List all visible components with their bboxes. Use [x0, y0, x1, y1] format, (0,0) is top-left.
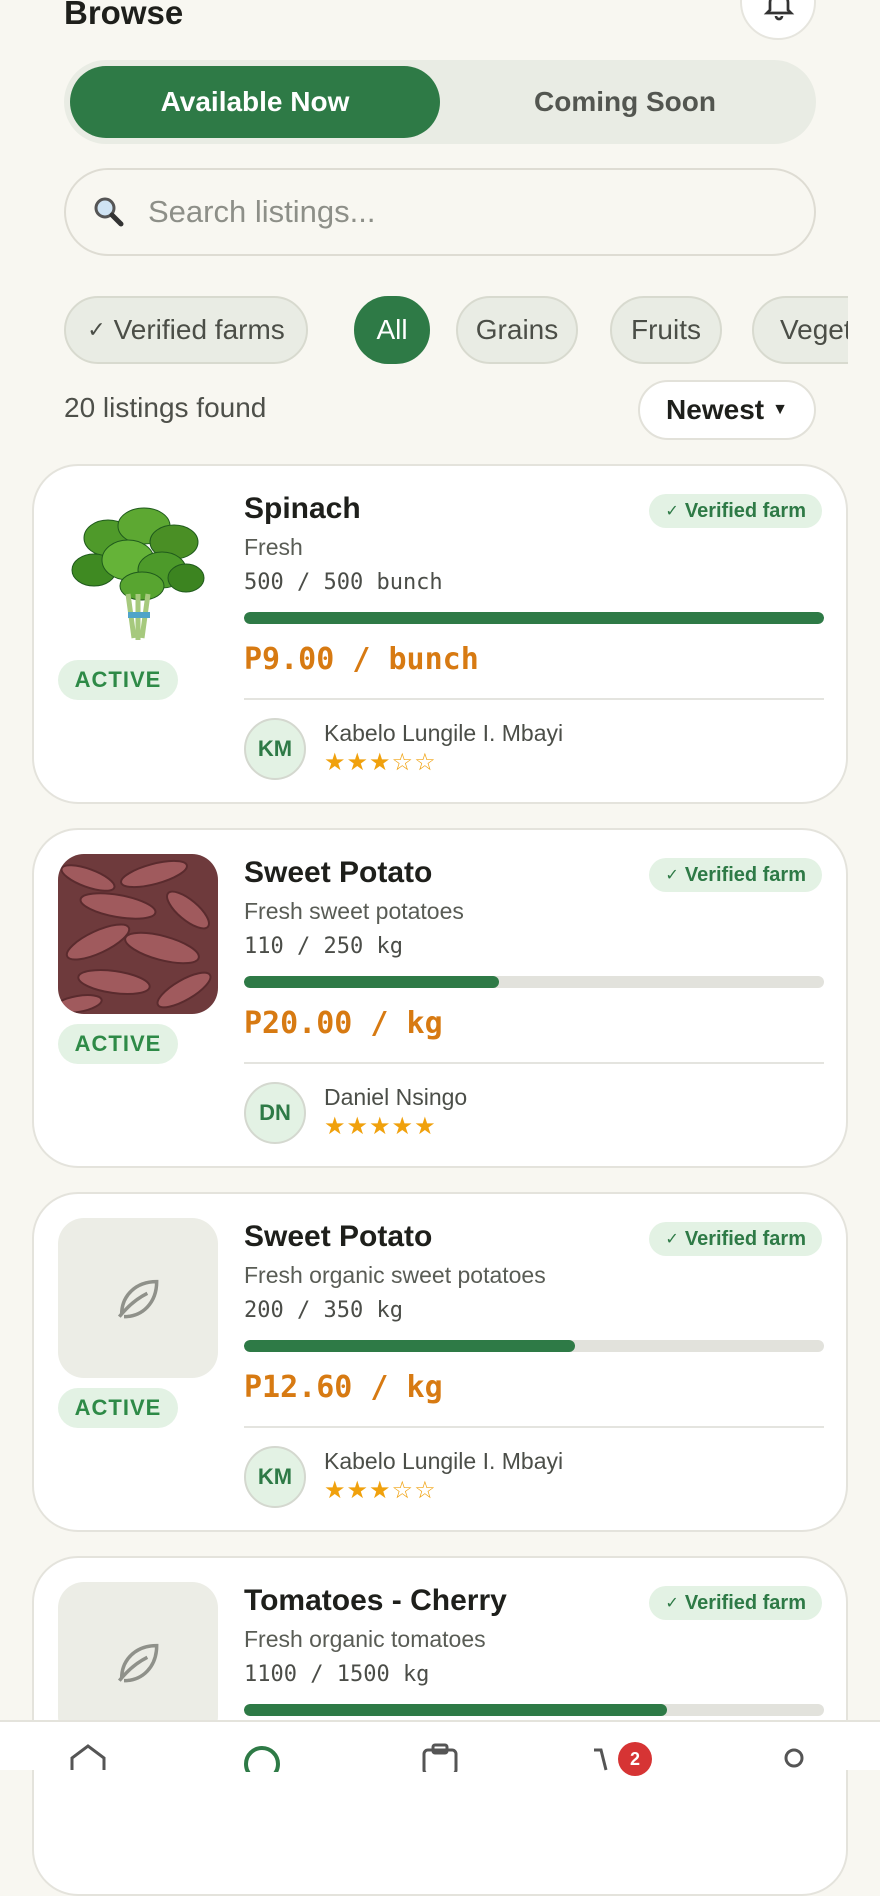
- listing-price: P9.00 / bunch: [244, 642, 479, 677]
- progress-fill: [244, 1340, 575, 1352]
- product-image-placeholder: [58, 1582, 218, 1742]
- listing-description: Fresh organic sweet potatoes: [244, 1262, 546, 1288]
- caret-down-icon: ▼: [772, 401, 788, 418]
- listing-title: Tomatoes - Cherry: [244, 1584, 507, 1617]
- listing-description: Fresh organic tomatoes: [244, 1626, 486, 1652]
- divider: [244, 1426, 824, 1428]
- verified-farm-badge: ✓ Verified farm: [649, 1222, 822, 1256]
- check-icon: ✓: [665, 867, 679, 884]
- check-icon: ✓: [87, 317, 106, 342]
- chip-all[interactable]: All: [354, 296, 430, 364]
- badge-label: Verified farm: [684, 1227, 806, 1250]
- stock-progress-bar: [244, 1704, 824, 1716]
- divider: [244, 1062, 824, 1064]
- check-icon: ✓: [665, 1231, 679, 1248]
- badge-label: Verified farm: [684, 863, 806, 886]
- verified-farm-badge: ✓ Verified farm: [649, 858, 822, 892]
- listing-title: Sweet Potato: [244, 856, 433, 889]
- cart-count-badge: 2: [618, 1742, 652, 1776]
- stock-progress-bar: [244, 1340, 824, 1352]
- farmer-name[interactable]: Kabelo Lungile I. Mbayi: [324, 1448, 563, 1475]
- progress-fill: [244, 976, 500, 988]
- leaf-icon: [117, 1279, 159, 1319]
- search-icon[interactable]: [242, 1742, 282, 1772]
- listing-quantity: 110 / 250 kg: [244, 934, 403, 959]
- tab-coming-soon[interactable]: Coming Soon: [440, 66, 810, 138]
- check-icon: ✓: [665, 1595, 679, 1612]
- results-count: 20 listings found: [64, 392, 267, 423]
- rating-stars: ★★★★★: [324, 1113, 437, 1140]
- progress-fill: [244, 1704, 668, 1716]
- page-title: Browse: [64, 0, 184, 31]
- sort-dropdown[interactable]: Newest ▼: [638, 380, 816, 440]
- rating-stars: ★★★☆☆: [324, 1477, 437, 1504]
- chip-fruits[interactable]: Fruits: [610, 296, 722, 364]
- listing-price: P12.60 / kg: [244, 1370, 443, 1405]
- verified-farm-badge: ✓ Verified farm: [649, 494, 822, 528]
- bottom-tab-bar: [0, 1720, 880, 1772]
- product-image-placeholder: [58, 1218, 218, 1378]
- listing-description: Fresh sweet potatoes: [244, 898, 464, 924]
- stock-progress-bar: [244, 976, 824, 988]
- farmer-name[interactable]: Daniel Nsingo: [324, 1084, 467, 1111]
- status-badge: ACTIVE: [58, 660, 178, 700]
- orders-icon[interactable]: [420, 1742, 460, 1772]
- divider: [244, 698, 824, 700]
- rating-stars: ★★★☆☆: [324, 749, 437, 776]
- farmer-avatar[interactable]: DN: [244, 1082, 306, 1144]
- listing-title: Sweet Potato: [244, 1220, 433, 1253]
- chip-vegetables[interactable]: Vegetables: [752, 296, 848, 364]
- chip-label: Verified farms: [113, 314, 285, 345]
- badge-label: Verified farm: [684, 499, 806, 522]
- home-icon[interactable]: [68, 1742, 108, 1772]
- progress-fill: [244, 612, 824, 624]
- notifications-button[interactable]: [740, 0, 816, 40]
- badge-label: Verified farm: [684, 1591, 806, 1614]
- status-badge: ACTIVE: [58, 1388, 178, 1428]
- listing-quantity: 1100 / 1500 kg: [244, 1662, 430, 1687]
- product-image-sweet-potato: [58, 854, 218, 1014]
- listing-quantity: 500 / 500 bunch: [244, 570, 443, 595]
- status-badge: ACTIVE: [58, 1024, 178, 1064]
- tab-available-now[interactable]: Available Now: [70, 66, 440, 138]
- listing-description: Fresh: [244, 534, 303, 560]
- availability-toggle: Available Now Coming Soon: [64, 60, 816, 144]
- search-input[interactable]: Search listings...: [64, 168, 816, 256]
- product-image-spinach: [58, 490, 218, 650]
- category-filters: ✓ Verified farms All Grains Fruits Veget…: [64, 296, 848, 366]
- farmer-name[interactable]: Kabelo Lungile I. Mbayi: [324, 720, 563, 747]
- listing-card[interactable]: ACTIVE Spinach ✓ Verified farm Fresh 500 …: [32, 464, 848, 804]
- check-icon: ✓: [665, 503, 679, 520]
- header: Browse: [64, 0, 816, 46]
- listing-title: Spinach: [244, 492, 361, 525]
- leaf-icon: [117, 1643, 159, 1683]
- chip-verified-farms[interactable]: ✓ Verified farms: [64, 296, 308, 364]
- listing-price: P20.00 / kg: [244, 1006, 443, 1041]
- stock-progress-bar: [244, 612, 824, 624]
- listing-quantity: 200 / 350 kg: [244, 1298, 403, 1323]
- verified-farm-badge: ✓ Verified farm: [649, 1586, 822, 1620]
- chip-grains[interactable]: Grains: [456, 296, 578, 364]
- search-icon: [94, 197, 124, 227]
- listing-card[interactable]: ACTIVE Sweet Potato ✓ Verified farm Fresh…: [32, 1192, 848, 1532]
- search-placeholder: Search listings...: [148, 194, 376, 229]
- profile-icon[interactable]: [780, 1742, 808, 1772]
- farmer-avatar[interactable]: KM: [244, 1446, 306, 1508]
- bell-icon: [763, 0, 795, 21]
- listing-card[interactable]: ACTIVE Sweet Potato ✓ Verified farm Fresh…: [32, 828, 848, 1168]
- sort-label: Newest: [666, 394, 765, 425]
- farmer-avatar[interactable]: KM: [244, 718, 306, 780]
